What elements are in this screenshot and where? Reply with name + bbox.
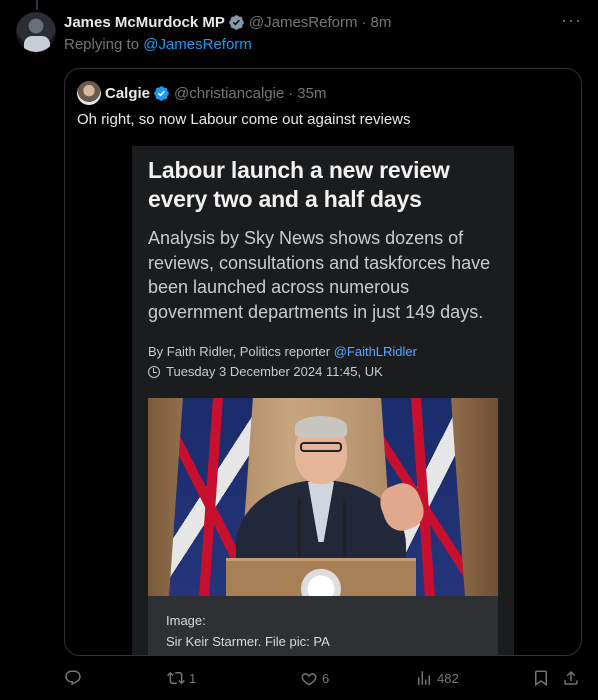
article-date-text: Tuesday 3 December 2024 11:45, UK	[166, 364, 383, 379]
replying-to-link[interactable]: @JamesReform	[143, 36, 252, 53]
article-photo	[148, 398, 498, 596]
like-count: 6	[322, 670, 330, 686]
quoted-avatar[interactable]	[77, 81, 101, 105]
image-caption: Image: Sir Keir Starmer. File pic: PA	[148, 596, 498, 655]
more-icon[interactable]: ···	[561, 10, 582, 31]
views-count: 482	[437, 670, 459, 686]
article-byline: By Faith Ridler, Politics reporter @Fait…	[148, 344, 417, 359]
retweet-icon	[167, 671, 185, 685]
microphone	[343, 498, 346, 560]
tweet-header: James McMurdock MP @JamesReform · 8m ···	[64, 10, 582, 32]
separator: ·	[361, 13, 367, 31]
quoted-author-handle[interactable]: @christiancalgie	[174, 85, 284, 102]
reply-icon	[65, 670, 81, 686]
quoted-tweet[interactable]: Calgie @christiancalgie · 35m Oh right, …	[64, 68, 582, 656]
verified-badge-icon[interactable]	[153, 85, 170, 102]
like-button[interactable]: 6	[300, 664, 329, 692]
heart-icon	[301, 673, 317, 686]
microphone	[298, 498, 301, 560]
share-icon	[564, 670, 578, 685]
avatar[interactable]	[16, 12, 56, 52]
retweet-button[interactable]: 1	[167, 664, 196, 692]
bookmark-icon	[535, 670, 547, 687]
clock-icon	[148, 365, 160, 378]
byline-prefix: By Faith Ridler, Politics reporter	[148, 344, 331, 359]
quoted-text: Oh right, so now Labour come out against…	[77, 111, 411, 128]
action-bar: 1 6 482	[64, 664, 582, 692]
author-name[interactable]: James McMurdock MP	[64, 14, 225, 31]
thread-line	[36, 0, 38, 10]
separator: ·	[288, 84, 294, 102]
views-button[interactable]: 482	[415, 664, 459, 692]
quoted-header: Calgie @christiancalgie · 35m	[77, 81, 326, 105]
byline-handle: @FaithLRidler	[333, 344, 417, 359]
royal-crest	[288, 560, 354, 596]
speaker-hair	[295, 416, 347, 438]
article-date: Tuesday 3 December 2024 11:45, UK	[148, 364, 383, 379]
caption-text: Sir Keir Starmer. File pic: PA	[166, 634, 330, 649]
views-icon	[418, 671, 430, 685]
article-headline: Labour launch a new review every two and…	[148, 157, 450, 212]
quoted-author-name[interactable]: Calgie	[105, 85, 150, 102]
author-handle[interactable]: @JamesReform	[249, 14, 358, 31]
share-button[interactable]	[562, 664, 580, 692]
speaker-glasses	[300, 442, 342, 452]
retweet-count: 1	[189, 670, 197, 686]
bookmark-button[interactable]	[532, 664, 550, 692]
timestamp[interactable]: 8m	[370, 14, 391, 31]
reply-button[interactable]	[64, 664, 86, 692]
quoted-timestamp[interactable]: 35m	[297, 85, 326, 102]
article-screenshot[interactable]: Labour launch a new review every two and…	[132, 146, 514, 655]
article-subheading: Analysis by Sky News shows dozens of rev…	[148, 228, 491, 322]
replying-to: Replying to @JamesReform	[64, 36, 252, 53]
verified-badge-icon[interactable]	[228, 14, 245, 31]
replying-prefix: Replying to	[64, 36, 140, 53]
caption-label: Image:	[166, 613, 206, 628]
